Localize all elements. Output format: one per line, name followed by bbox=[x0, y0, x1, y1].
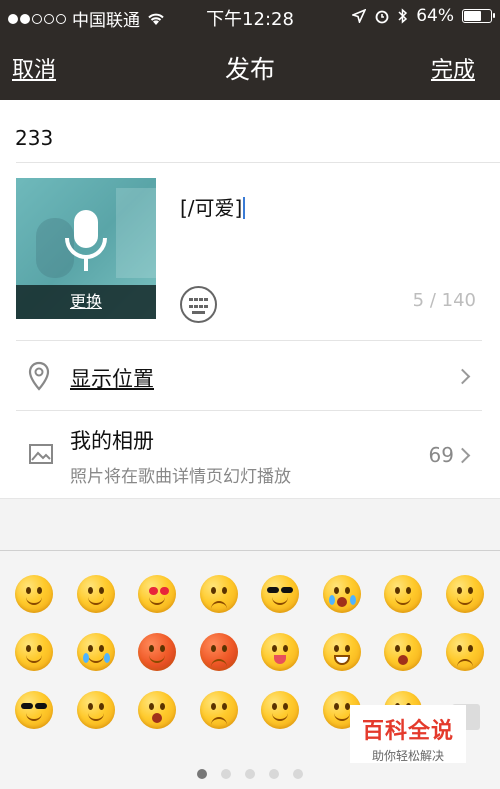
change-cover-button[interactable]: 更换 bbox=[16, 285, 156, 319]
emoji-dizzy-shy[interactable] bbox=[76, 691, 115, 729]
description-input[interactable]: [/可爱] bbox=[180, 192, 246, 221]
description-text: [/可爱] bbox=[180, 196, 243, 220]
emoji-smile[interactable] bbox=[15, 575, 53, 613]
status-right: 64% bbox=[352, 6, 495, 26]
spacer bbox=[0, 498, 500, 550]
emoji-confused[interactable] bbox=[199, 691, 238, 729]
emoji-heart-eyes[interactable] bbox=[138, 575, 176, 613]
cover-image[interactable]: 更换 bbox=[16, 178, 156, 319]
emoji-tongue[interactable] bbox=[261, 633, 299, 671]
watermark-logo: 百科全说 助你轻松解决 bbox=[350, 705, 466, 763]
page-indicator bbox=[0, 769, 500, 779]
emoji-sad[interactable] bbox=[445, 633, 484, 671]
emoji-tears[interactable] bbox=[76, 633, 115, 671]
show-location-label: 显示位置 bbox=[70, 367, 154, 391]
chevron-right-icon bbox=[454, 368, 471, 385]
text-caret bbox=[243, 197, 246, 219]
top-bar: 中国联通 下午12:28 64% 取消 发布 完成 bbox=[0, 0, 500, 100]
emoji-yawn[interactable] bbox=[261, 691, 299, 729]
emoji-shy[interactable] bbox=[76, 575, 115, 613]
show-location-row[interactable]: 显示位置 bbox=[0, 341, 500, 410]
battery-icon bbox=[462, 9, 495, 23]
emoji-blush-red[interactable] bbox=[138, 633, 176, 671]
emoji-squint[interactable] bbox=[384, 575, 422, 613]
page-dot[interactable] bbox=[293, 769, 303, 779]
emoji-grin[interactable] bbox=[322, 633, 361, 671]
watermark-title: 百科全说 bbox=[361, 719, 454, 744]
location-pin-icon bbox=[28, 361, 50, 391]
album-count: 69 bbox=[428, 443, 454, 467]
chevron-right-icon bbox=[454, 447, 471, 464]
post-editor: 233 更换 [/可爱] 5 / 140 显示位置 我的相册 照片将在歌曲详情页… bbox=[0, 100, 500, 498]
emoji-cry[interactable] bbox=[322, 575, 361, 613]
emoji-sleepy[interactable] bbox=[15, 633, 53, 671]
title-input[interactable]: 233 bbox=[15, 126, 53, 150]
emoji-sunglasses[interactable] bbox=[261, 575, 299, 613]
page-dot[interactable] bbox=[221, 769, 231, 779]
page-dot[interactable] bbox=[197, 769, 207, 779]
emoji-angry-red[interactable] bbox=[199, 633, 238, 671]
battery-percent: 64% bbox=[416, 6, 454, 26]
status-bar: 中国联通 下午12:28 64% bbox=[0, 0, 500, 32]
photo-album-icon bbox=[29, 444, 53, 464]
my-album-label: 我的相册 bbox=[70, 429, 154, 453]
watermark-subtitle: 助你轻松解决 bbox=[371, 749, 444, 763]
my-album-sublabel: 照片将在歌曲详情页幻灯播放 bbox=[70, 467, 291, 487]
page-title: 发布 bbox=[224, 55, 275, 84]
location-arrow-icon bbox=[352, 9, 367, 23]
emoji-surprised[interactable] bbox=[384, 633, 422, 671]
page-dot[interactable] bbox=[245, 769, 255, 779]
done-button[interactable]: 完成 bbox=[431, 52, 475, 84]
microphone-icon bbox=[65, 210, 107, 271]
page-dot[interactable] bbox=[269, 769, 279, 779]
alarm-icon bbox=[375, 10, 389, 24]
emoji-cool[interactable] bbox=[15, 691, 53, 729]
bluetooth-icon bbox=[398, 8, 408, 24]
emoji-angry-sweat[interactable] bbox=[199, 575, 238, 613]
char-counter: 5 / 140 bbox=[412, 290, 476, 311]
emoji-zipped[interactable] bbox=[445, 575, 484, 613]
navigation-bar: 取消 发布 完成 bbox=[0, 32, 500, 100]
emoji-scared[interactable] bbox=[138, 691, 176, 729]
my-album-row[interactable]: 我的相册 照片将在歌曲详情页幻灯播放 69 bbox=[0, 411, 500, 498]
divider bbox=[16, 162, 500, 163]
keyboard-toggle-icon[interactable] bbox=[180, 286, 217, 323]
